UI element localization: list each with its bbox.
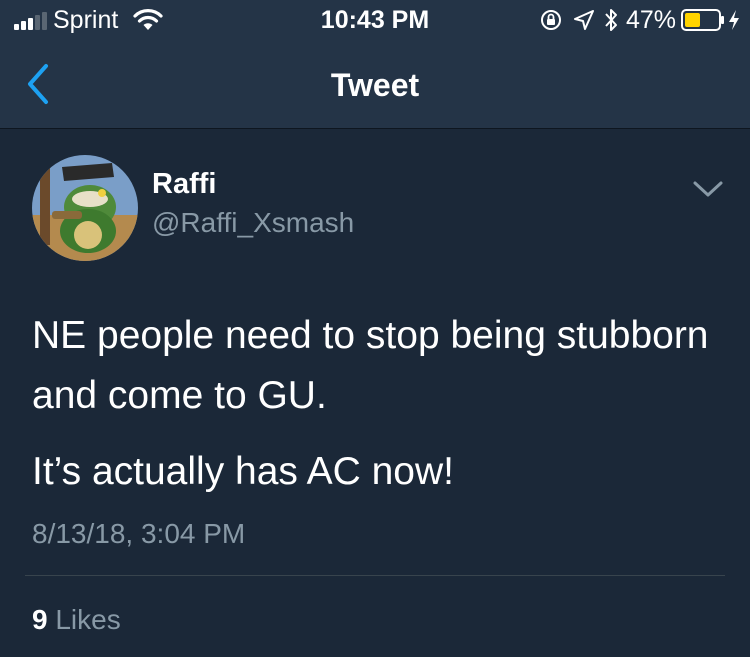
likes-label: Likes xyxy=(55,604,121,635)
navigation-bar: Tweet xyxy=(0,40,750,129)
likes-link[interactable]: 9 Likes xyxy=(32,604,121,636)
author-display-name[interactable]: Raffi xyxy=(152,168,216,201)
likes-count: 9 xyxy=(32,604,48,635)
location-icon xyxy=(573,10,594,30)
divider xyxy=(25,575,725,576)
battery-icon xyxy=(681,9,724,31)
author-handle[interactable]: @Raffi_Xsmash xyxy=(152,207,354,239)
page-title: Tweet xyxy=(330,67,420,103)
charging-icon xyxy=(729,10,739,30)
tweet-text-second-paragraph: It’s actually has AC now! xyxy=(32,450,454,493)
tweet-text: NE people need to stop being stubborn an… xyxy=(32,314,709,417)
avatar[interactable] xyxy=(32,155,138,261)
status-icons: 47% xyxy=(540,6,740,34)
tweet-timestamp: 8/13/18, 3:04 PM xyxy=(32,518,246,549)
tweet-detail-screen: Sprint 10:43 PM 47% Tweet Raffi @Raffi_X… xyxy=(0,0,750,657)
battery-percent: 47% xyxy=(625,5,676,34)
chevron-down-icon[interactable] xyxy=(692,178,724,200)
orientation-lock-icon xyxy=(540,10,561,30)
status-bar: Sprint 10:43 PM 47% xyxy=(0,0,750,40)
bluetooth-icon xyxy=(605,9,617,31)
